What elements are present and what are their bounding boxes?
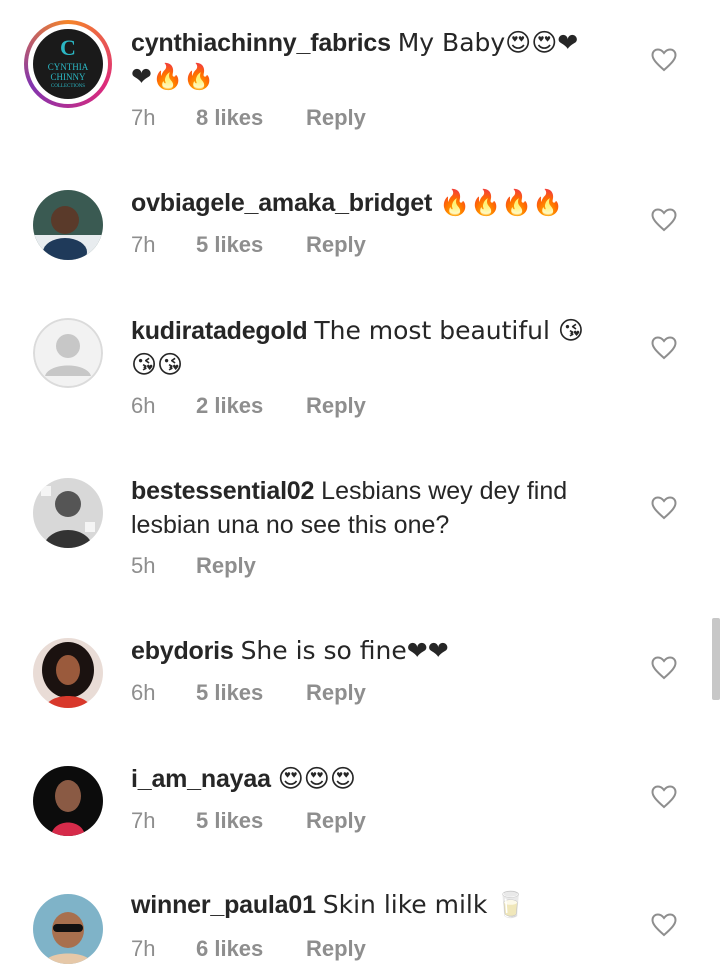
comment-time: 7h <box>131 232 156 257</box>
comment-body: Lesbians wey dey find <box>321 477 568 505</box>
comment-text: ebydoris She is so fine❤❤ <box>131 634 621 668</box>
comment-meta: 5h Reply <box>131 553 256 579</box>
comment-username[interactable]: cynthiachinny_fabrics <box>131 29 391 57</box>
avatar[interactable] <box>33 766 103 836</box>
like-heart-icon[interactable] <box>651 496 677 520</box>
reply-button[interactable]: Reply <box>306 680 366 706</box>
comment-body-line2: 😘😘 <box>131 350 184 379</box>
avatar-logo-letter: C <box>60 35 76 60</box>
comment-username[interactable]: bestessential02 <box>131 477 314 505</box>
comment-meta: 7h 6 likes Reply <box>131 936 366 962</box>
comment-likes[interactable]: 5 likes <box>196 232 306 258</box>
reply-button[interactable]: Reply <box>196 553 256 579</box>
story-ring[interactable]: C CYNTHIA CHINNY COLLECTIONS <box>24 20 112 108</box>
comment-username[interactable]: i_am_nayaa <box>131 765 271 793</box>
comment-time: 5h <box>131 553 156 578</box>
comment-time: 7h <box>131 936 156 961</box>
comment-body: My Baby😍😍❤ <box>397 28 579 57</box>
comment-meta: 7h 5 likes Reply <box>131 232 366 258</box>
like-heart-icon[interactable] <box>651 656 677 680</box>
comment: i_am_nayaa 😍😍😍 7h 5 likes Reply <box>0 740 720 870</box>
comment-likes[interactable]: 2 likes <box>196 393 306 419</box>
reply-button[interactable]: Reply <box>306 393 366 419</box>
avatar-logo-sub: COLLECTIONS <box>50 84 86 89</box>
comment: bestessential02 Lesbians wey dey find le… <box>0 450 720 610</box>
comment-likes[interactable]: 8 likes <box>196 105 306 131</box>
reply-button[interactable]: Reply <box>306 808 366 834</box>
comment-time: 6h <box>131 393 156 418</box>
scrollbar[interactable] <box>712 618 720 700</box>
reply-button[interactable]: Reply <box>306 936 366 962</box>
comment-text: kudiratadegold The most beautiful 😘 😘😘 <box>131 314 621 382</box>
avatar[interactable] <box>33 638 103 708</box>
comment-text: winner_paula01 Skin like milk 🥛 <box>131 888 621 922</box>
comment-meta: 6h 2 likes Reply <box>131 393 366 419</box>
avatar[interactable] <box>33 894 103 964</box>
comment: winner_paula01 Skin like milk 🥛 7h 6 like… <box>0 870 720 979</box>
comment: ebydoris She is so fine❤❤ 6h 5 likes Reply <box>0 610 720 740</box>
comment-body-line2: lesbian una no see this one? <box>131 511 450 539</box>
comment-body-line2: ❤🔥🔥 <box>131 62 215 91</box>
comment-meta: 7h 8 likes Reply <box>131 105 366 131</box>
reply-button[interactable]: Reply <box>306 105 366 131</box>
comment-username[interactable]: kudiratadegold <box>131 317 308 345</box>
like-heart-icon[interactable] <box>651 336 677 360</box>
like-heart-icon[interactable] <box>651 785 677 809</box>
reply-button[interactable]: Reply <box>306 232 366 258</box>
comment-text: cynthiachinny_fabrics My Baby😍😍❤ ❤🔥🔥 <box>131 26 621 94</box>
comment-body: She is so fine❤❤ <box>240 636 449 665</box>
comment-text: bestessential02 Lesbians wey dey find le… <box>131 474 621 542</box>
comment: ovbiagele_amaka_bridget 🔥🔥🔥🔥 7h 5 likes Re… <box>0 150 720 290</box>
comment-meta: 6h 5 likes Reply <box>131 680 366 706</box>
like-heart-icon[interactable] <box>651 208 677 232</box>
comment-time: 7h <box>131 105 156 130</box>
comment-username[interactable]: ovbiagele_amaka_bridget <box>131 189 432 217</box>
comment-text: ovbiagele_amaka_bridget 🔥🔥🔥🔥 <box>131 186 621 220</box>
like-heart-icon[interactable] <box>651 48 677 72</box>
comment-likes[interactable]: 6 likes <box>196 936 306 962</box>
like-heart-icon[interactable] <box>651 913 677 937</box>
avatar[interactable] <box>33 190 103 260</box>
comment-time: 6h <box>131 680 156 705</box>
comment-username[interactable]: winner_paula01 <box>131 891 316 919</box>
comment-body: 🔥🔥🔥🔥 <box>439 188 564 217</box>
comment: kudiratadegold The most beautiful 😘 😘😘 6… <box>0 290 720 450</box>
comment-meta: 7h 5 likes Reply <box>131 808 366 834</box>
comment-time: 7h <box>131 808 156 833</box>
comment-username[interactable]: ebydoris <box>131 637 234 665</box>
comment-likes[interactable]: 5 likes <box>196 808 306 834</box>
comment-likes[interactable]: 5 likes <box>196 680 306 706</box>
comment-body: 😍😍😍 <box>277 764 356 793</box>
avatar[interactable]: C CYNTHIA CHINNY COLLECTIONS <box>33 29 103 99</box>
comment-body: Skin like milk 🥛 <box>322 890 527 919</box>
comment-body: The most beautiful 😘 <box>314 316 584 345</box>
comment: C CYNTHIA CHINNY COLLECTIONS cynthiachin… <box>0 0 720 150</box>
avatar[interactable] <box>33 478 103 548</box>
avatar-logo-text: CYNTHIA CHINNY <box>47 62 89 82</box>
comment-text: i_am_nayaa 😍😍😍 <box>131 762 621 796</box>
avatar[interactable] <box>33 318 103 388</box>
